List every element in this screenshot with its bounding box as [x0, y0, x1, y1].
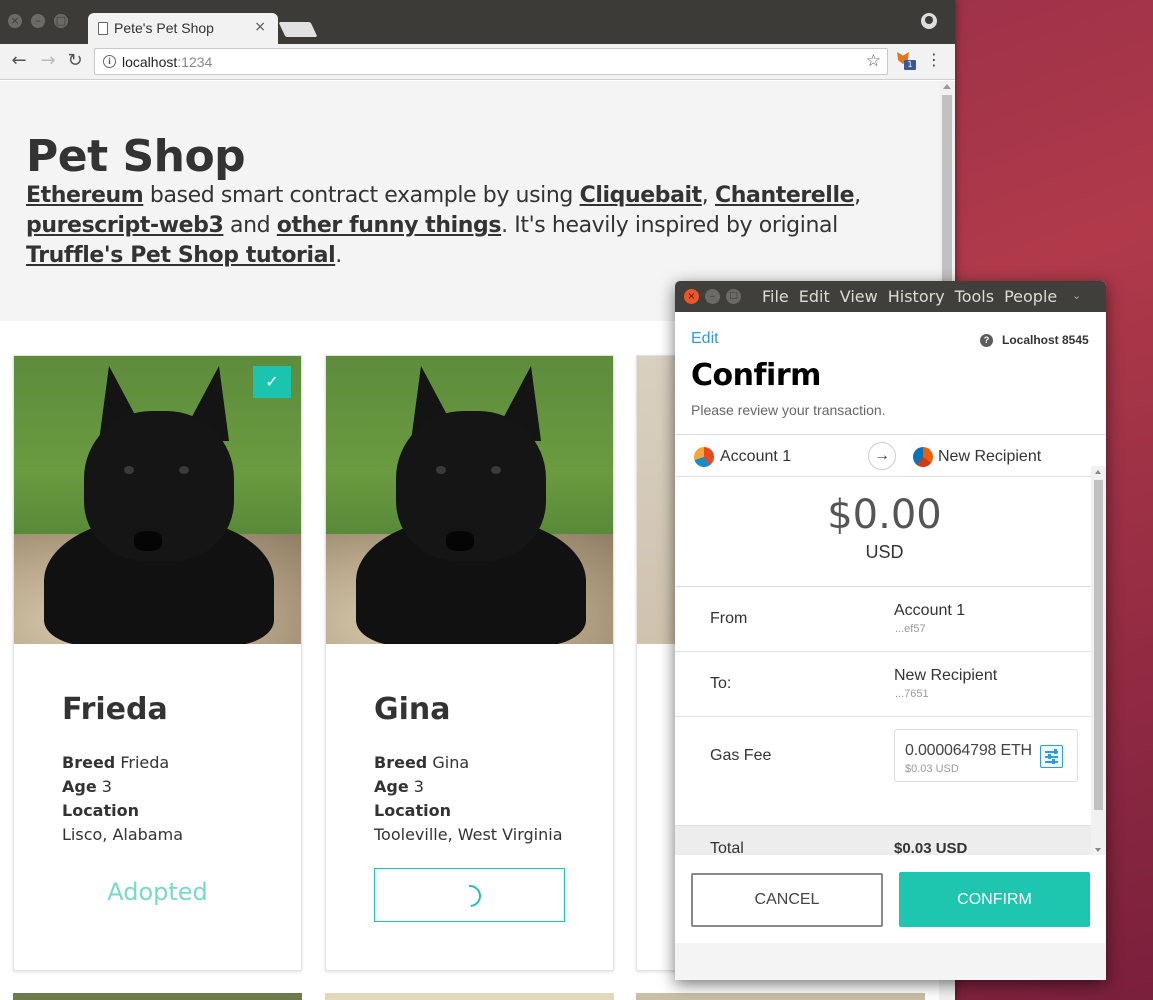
profile-icon[interactable]: [921, 13, 937, 29]
amount-value: $0.00: [827, 492, 942, 538]
pet-card: ✓ Frieda Breed Frieda Age 3 Location Lis…: [13, 355, 302, 971]
tab-close-icon[interactable]: ×: [254, 19, 266, 35]
review-subtitle: Please review your transaction.: [691, 402, 886, 418]
pet-card-next-row: [325, 993, 614, 1000]
tab-title: Pete's Pet Shop: [114, 20, 214, 36]
account-identicon: [694, 447, 714, 467]
to-name: New Recipient: [894, 667, 998, 684]
menu-tools[interactable]: Tools: [955, 287, 994, 306]
gas-fee-box[interactable]: 0.000064798 ETH $0.03 USD: [894, 729, 1078, 782]
recipient-identicon: [913, 447, 933, 467]
metamask-popup: × – □ File Edit View History Tools Peopl…: [675, 281, 1106, 980]
url-text: localhost:1234: [122, 54, 213, 70]
gas-fee-value: 0.000064798 ETH: [905, 742, 1032, 759]
total-label: Total: [710, 840, 744, 855]
pet-location: Lisco, Alabama: [62, 825, 183, 844]
link-ethereum[interactable]: Ethereum: [26, 183, 144, 208]
browser-titlebar: × – □ Pete's Pet Shop ×: [0, 0, 955, 44]
pet-photo: [326, 356, 613, 644]
browser-menu-icon[interactable]: ⋮: [926, 50, 942, 69]
address-bar[interactable]: i localhost:1234 ☆: [94, 48, 888, 75]
popup-minimize-icon[interactable]: –: [705, 289, 720, 304]
to-account-name: New Recipient: [938, 448, 1042, 465]
window-minimize-icon[interactable]: –: [31, 14, 45, 28]
browser-toolbar: ← → ↻ i localhost:1234 ☆ 1 ⋮: [0, 44, 955, 80]
menu-edit[interactable]: Edit: [799, 287, 830, 306]
from-label: From: [710, 610, 748, 627]
window-maximize-icon[interactable]: □: [54, 14, 68, 28]
pet-card-next-row: [13, 993, 302, 1000]
popup-menubar: File Edit View History Tools People: [762, 287, 1067, 306]
to-row: To: New Recipient ...7651: [675, 651, 1091, 716]
pet-name: Frieda: [62, 692, 168, 727]
pet-location: Tooleville, West Virginia: [374, 825, 563, 844]
forward-arrow-icon[interactable]: →: [37, 50, 59, 71]
popup-titlebar: × – □ File Edit View History Tools Peopl…: [675, 281, 1106, 312]
confirm-panel: Edit ? Localhost 8545 Confirm Please rev…: [675, 312, 1106, 980]
metamask-extension-icon[interactable]: 1: [896, 52, 916, 70]
pet-breed: Breed Frieda: [62, 753, 170, 772]
confirm-button[interactable]: CONFIRM: [899, 872, 1090, 927]
amount-currency: USD: [865, 542, 904, 562]
pet-name: Gina: [374, 692, 451, 727]
back-arrow-icon[interactable]: ←: [8, 50, 30, 71]
link-chanterelle[interactable]: Chanterelle: [715, 183, 855, 208]
network-name[interactable]: Localhost 8545: [1002, 333, 1089, 347]
account-flow: Account 1 → New Recipient: [675, 434, 1106, 477]
arrow-right-icon: →: [868, 442, 896, 470]
pet-photo: ✓: [14, 356, 301, 644]
menu-file[interactable]: File: [762, 287, 789, 306]
confirm-title: Confirm: [691, 358, 821, 393]
loading-spinner-icon: [454, 880, 486, 912]
browser-tab[interactable]: Pete's Pet Shop ×: [88, 13, 278, 44]
window-close-icon[interactable]: ×: [8, 14, 22, 28]
from-account-name: Account 1: [720, 448, 792, 465]
pet-age: Age 3: [374, 777, 424, 796]
gas-fee-usd: $0.03 USD: [905, 763, 959, 775]
popup-footer: CANCEL CONFIRM: [675, 855, 1106, 980]
reload-icon[interactable]: ↻: [64, 50, 86, 71]
cancel-button[interactable]: CANCEL: [691, 873, 883, 927]
link-other-funny-things[interactable]: other funny things: [277, 213, 502, 238]
info-icon[interactable]: i: [103, 55, 116, 68]
page-icon: [98, 22, 108, 35]
menu-view[interactable]: View: [840, 287, 878, 306]
adopt-button[interactable]: [374, 868, 565, 922]
adopted-status: Adopted: [107, 878, 208, 906]
link-purescript-web3[interactable]: purescript-web3: [26, 213, 224, 238]
from-name: Account 1: [894, 602, 966, 619]
to-address: ...7651: [895, 688, 929, 700]
pet-age: Age 3: [62, 777, 112, 796]
link-truffle-tutorial[interactable]: Truffle's Pet Shop tutorial: [26, 243, 336, 268]
page-title: Pet Shop: [26, 131, 246, 182]
chevron-down-icon[interactable]: ⌄: [1072, 289, 1081, 302]
pet-location-label: Location: [62, 801, 139, 820]
from-row: From Account 1 ...ef57: [675, 586, 1091, 651]
gas-fee-label: Gas Fee: [710, 747, 772, 764]
popup-maximize-icon[interactable]: □: [726, 289, 741, 304]
total-row: Total $0.03 USD: [675, 825, 1091, 855]
menu-history[interactable]: History: [888, 287, 945, 306]
extension-badge: 1: [904, 60, 916, 70]
help-icon[interactable]: ?: [980, 334, 993, 347]
menu-people[interactable]: People: [1004, 287, 1057, 306]
new-tab-button[interactable]: [278, 22, 318, 37]
from-address: ...ef57: [895, 623, 926, 635]
page-intro: Ethereum based smart contract example by…: [26, 183, 861, 268]
pet-location-label: Location: [374, 801, 451, 820]
bookmark-star-icon[interactable]: ☆: [866, 51, 881, 71]
total-value: $0.03 USD: [894, 840, 968, 855]
edit-link[interactable]: Edit: [691, 330, 719, 348]
pet-card-next-row: [636, 993, 925, 1000]
link-cliquebait[interactable]: Cliquebait: [580, 183, 703, 208]
pet-breed: Breed Gina: [374, 753, 470, 772]
pet-card: Gina Breed Gina Age 3 Location Toolevill…: [325, 355, 614, 971]
to-label: To:: [710, 675, 732, 692]
popup-scrollbar[interactable]: [1091, 466, 1106, 856]
adopted-check-icon: ✓: [253, 366, 291, 398]
sliders-icon[interactable]: [1040, 745, 1063, 768]
popup-close-icon[interactable]: ×: [684, 289, 699, 304]
gas-fee-row: Gas Fee 0.000064798 ETH $0.03 USD: [675, 716, 1091, 825]
